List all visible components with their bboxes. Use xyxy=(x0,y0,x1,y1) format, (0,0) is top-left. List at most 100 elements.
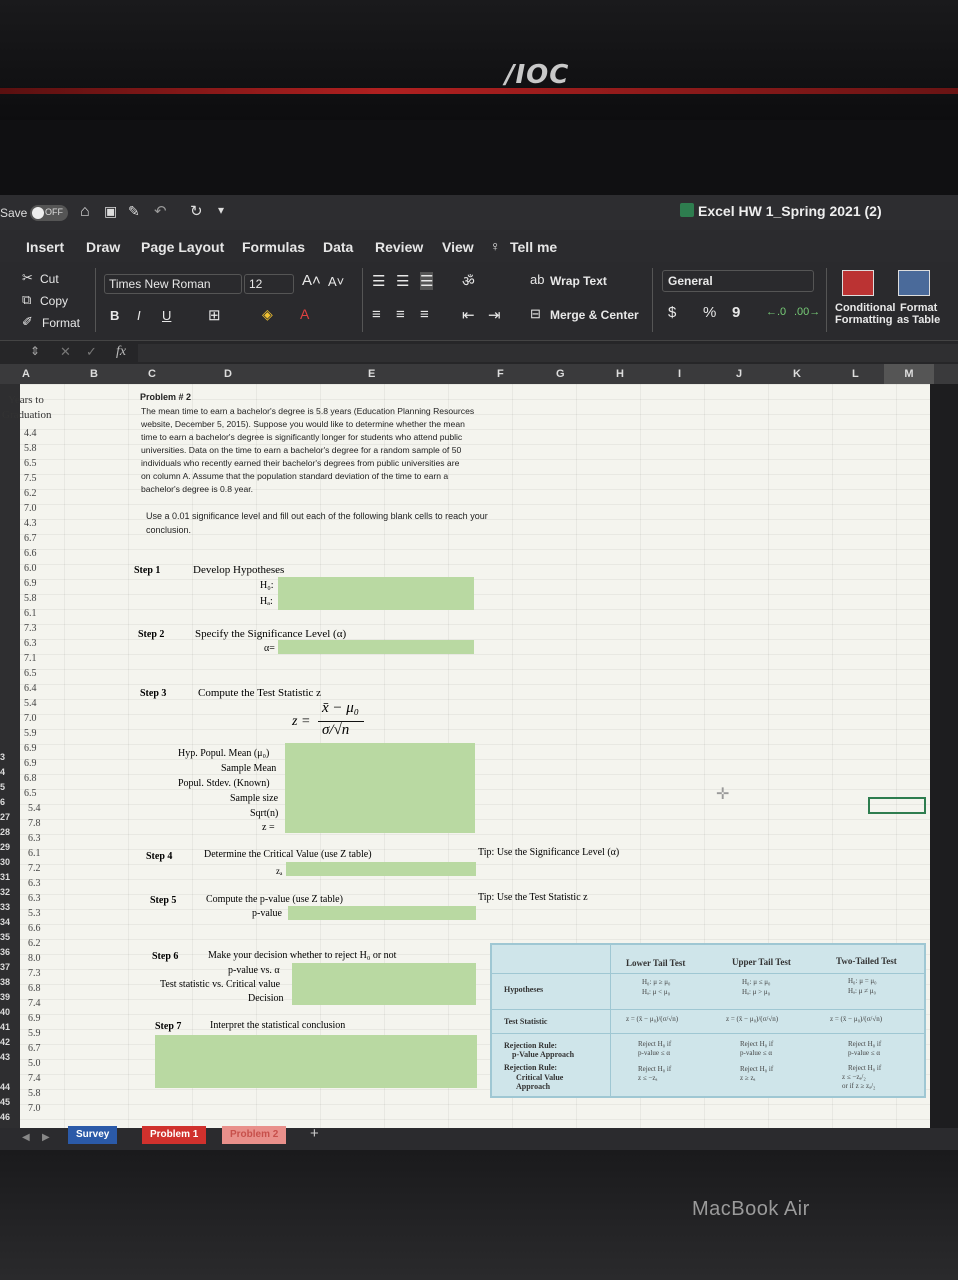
col-a-cell[interactable]: 7.3 xyxy=(28,968,41,979)
col-a-cell[interactable]: 6.3 xyxy=(24,638,37,649)
row-header[interactable]: 5 xyxy=(0,782,5,792)
col-a-cell[interactable]: 6.9 xyxy=(24,743,37,754)
align-top-icon[interactable]: ☰ xyxy=(372,272,385,290)
col-a-cell[interactable]: 5.4 xyxy=(28,803,41,814)
column-header-e[interactable]: E xyxy=(368,368,375,380)
col-a-cell[interactable]: 7.1 xyxy=(24,653,37,664)
row-header[interactable]: 46 xyxy=(0,1112,10,1122)
format-painter-button[interactable]: Format xyxy=(42,316,80,330)
col-a-cell[interactable]: 6.5 xyxy=(24,788,37,799)
cut-button[interactable]: Cut xyxy=(40,272,59,286)
row-header[interactable]: 3 xyxy=(0,752,5,762)
col-a-cell[interactable]: 6.3 xyxy=(28,893,41,904)
col-a-cell[interactable]: 6.5 xyxy=(24,668,37,679)
tab-page-layout[interactable]: Page Layout xyxy=(141,239,224,255)
decision-input-cells[interactable] xyxy=(292,963,476,1005)
hypotheses-input-cells[interactable] xyxy=(278,577,474,610)
align-left-icon[interactable]: ≡ xyxy=(372,306,381,323)
tab-draw[interactable]: Draw xyxy=(86,239,120,255)
tab-review[interactable]: Review xyxy=(375,239,423,255)
col-a-cell[interactable]: 5.9 xyxy=(28,1028,41,1039)
tab-formulas[interactable]: Formulas xyxy=(242,239,305,255)
col-a-cell[interactable]: 7.0 xyxy=(28,1103,41,1114)
row-header[interactable]: 30 xyxy=(0,857,10,867)
row-header[interactable]: 6 xyxy=(0,797,5,807)
row-header[interactable]: 29 xyxy=(0,842,10,852)
selected-cell[interactable] xyxy=(868,797,926,814)
format-as-table-icon[interactable] xyxy=(898,270,930,296)
row-header[interactable]: 28 xyxy=(0,827,10,837)
name-box-stepper[interactable]: ⇕ xyxy=(30,344,40,358)
bold-button[interactable]: B xyxy=(110,308,119,323)
decrease-font-icon[interactable]: A˅ xyxy=(328,274,344,289)
col-a-cell[interactable]: 6.6 xyxy=(28,923,41,934)
column-header-f[interactable]: F xyxy=(497,368,504,380)
col-a-cell[interactable]: 6.3 xyxy=(28,833,41,844)
col-a-cell[interactable]: 6.4 xyxy=(24,683,37,694)
merge-center-button[interactable]: Merge & Center xyxy=(550,308,639,322)
col-a-cell[interactable]: 7.3 xyxy=(24,623,37,634)
col-a-cell[interactable]: 6.2 xyxy=(28,938,41,949)
confirm-icon[interactable]: ✓ xyxy=(86,344,97,360)
col-a-cell[interactable]: 7.5 xyxy=(24,473,37,484)
col-a-cell[interactable]: 4.4 xyxy=(24,428,37,439)
col-a-cell[interactable]: 6.9 xyxy=(24,578,37,589)
col-a-cell[interactable]: 6.3 xyxy=(28,878,41,889)
row-header[interactable]: 37 xyxy=(0,962,10,972)
col-a-cell[interactable]: 7.4 xyxy=(28,1073,41,1084)
col-a-cell[interactable]: 5.8 xyxy=(24,593,37,604)
col-a-cell[interactable]: 8.0 xyxy=(28,953,41,964)
edit-icon[interactable]: ✎ xyxy=(128,203,140,220)
undo-icon[interactable]: ↶ xyxy=(154,202,167,220)
italic-button[interactable]: I xyxy=(137,308,141,323)
conditional-formatting-icon[interactable] xyxy=(842,270,874,296)
col-a-cell[interactable]: 7.4 xyxy=(28,998,41,1009)
p-value-input-cell[interactable] xyxy=(288,906,476,920)
critical-value-input-cell[interactable] xyxy=(286,862,476,876)
font-size-select[interactable]: 12 xyxy=(244,274,294,294)
font-name-select[interactable]: Times New Roman xyxy=(104,274,242,294)
col-a-cell[interactable]: 5.0 xyxy=(28,1058,41,1069)
col-a-cell[interactable]: 6.2 xyxy=(24,488,37,499)
percent-button[interactable]: % xyxy=(703,304,716,321)
col-a-cell[interactable]: 5.8 xyxy=(24,443,37,454)
col-a-cell[interactable]: 6.9 xyxy=(24,758,37,769)
comma-button[interactable]: 9 xyxy=(732,304,740,321)
test-statistic-input-cells[interactable] xyxy=(285,743,475,833)
column-header-k[interactable]: K xyxy=(793,368,801,380)
copy-button[interactable]: Copy xyxy=(40,294,68,308)
column-header-m[interactable]: M xyxy=(884,364,934,384)
col-a-cell[interactable]: 4.3 xyxy=(24,518,37,529)
column-header-j[interactable]: J xyxy=(736,368,742,380)
col-a-cell[interactable]: 6.8 xyxy=(28,983,41,994)
col-a-cell[interactable]: 5.4 xyxy=(24,698,37,709)
column-header-c[interactable]: C xyxy=(148,368,156,380)
align-bottom-icon[interactable]: ☰ xyxy=(420,272,434,290)
column-header-b[interactable]: B xyxy=(90,368,98,380)
autosave-toggle[interactable]: OFF xyxy=(30,205,68,221)
column-header-g[interactable]: G xyxy=(556,368,565,380)
scroll-left-icon[interactable]: ◀ xyxy=(22,1132,30,1143)
col-a-cell[interactable]: 7.2 xyxy=(28,863,41,874)
align-center-icon[interactable]: ≡ xyxy=(396,306,405,323)
row-header[interactable]: 33 xyxy=(0,902,10,912)
align-middle-icon[interactable]: ☰ xyxy=(396,272,409,290)
column-header-l[interactable]: L xyxy=(852,368,859,380)
row-header[interactable]: 4 xyxy=(0,767,5,777)
sheet-tab-survey[interactable]: Survey xyxy=(68,1126,118,1144)
borders-icon[interactable]: ⊞ xyxy=(208,306,221,324)
increase-indent-icon[interactable]: ⇥ xyxy=(488,306,501,324)
tab-view[interactable]: View xyxy=(442,239,474,255)
col-a-cell[interactable]: 6.9 xyxy=(28,1013,41,1024)
col-a-cell[interactable]: 7.0 xyxy=(24,713,37,724)
row-header[interactable]: 31 xyxy=(0,872,10,882)
increase-decimal-icon[interactable]: ←.0 xyxy=(766,306,786,318)
col-a-cell[interactable]: 6.7 xyxy=(28,1043,41,1054)
column-header-i[interactable]: I xyxy=(678,368,681,380)
function-icon[interactable]: fx xyxy=(116,344,126,360)
fill-color-icon[interactable]: ◈ xyxy=(262,306,273,323)
cancel-icon[interactable]: ✕ xyxy=(60,344,71,360)
row-header[interactable]: 41 xyxy=(0,1022,10,1032)
scroll-right-icon[interactable]: ▶ xyxy=(42,1132,50,1143)
customize-toolbar-icon[interactable]: ▾ xyxy=(218,203,224,217)
